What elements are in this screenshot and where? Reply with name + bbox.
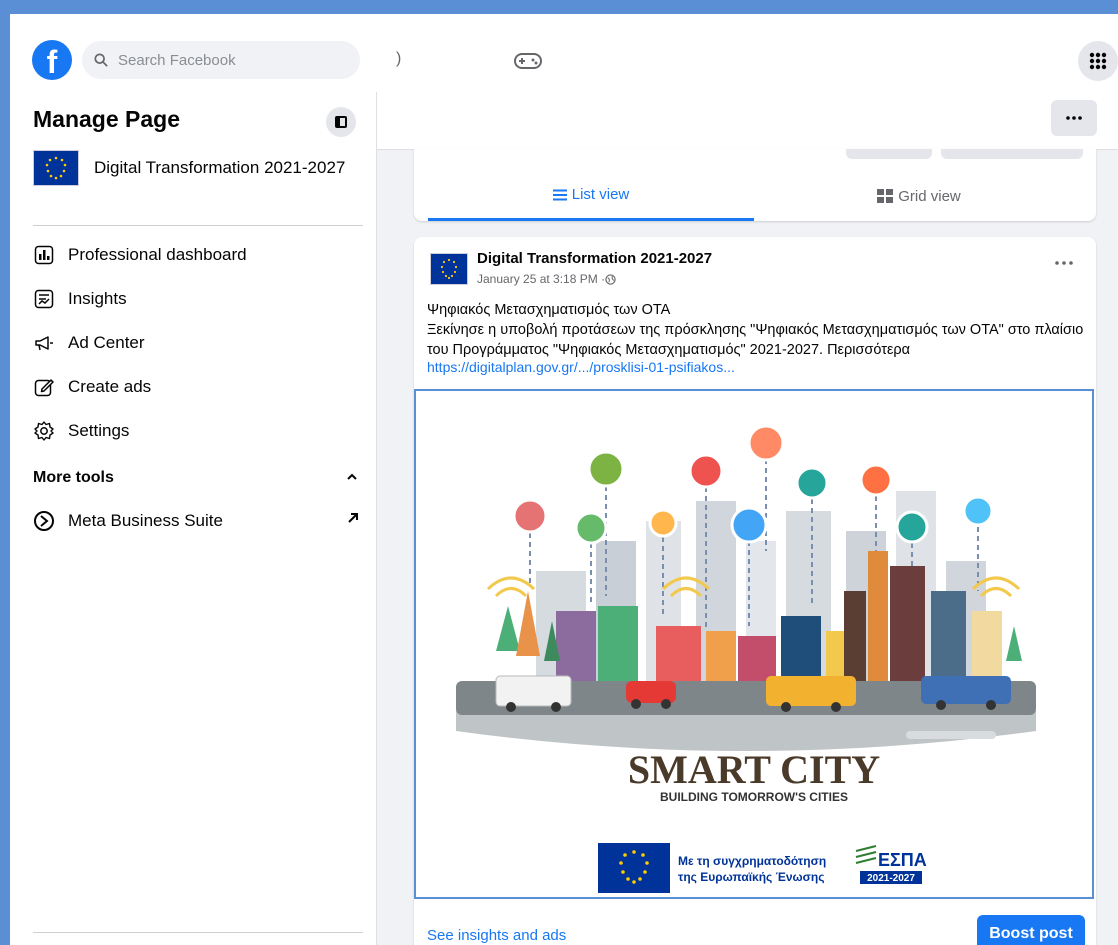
- panel-icon: [335, 116, 347, 128]
- grid-menu-icon: [1089, 52, 1107, 70]
- tab-label: Grid view: [898, 187, 961, 205]
- post-title-line: Ψηφιακός Μετασχηματισμός των ΟΤΑ: [427, 302, 671, 318]
- sidebar-item-label: Ad Center: [68, 333, 145, 352]
- meta-business-icon: [33, 510, 55, 532]
- tab-grid-view[interactable]: Grid view: [754, 171, 1084, 221]
- eu-flag-avatar[interactable]: [430, 253, 468, 285]
- toolbar-button[interactable]: [846, 149, 932, 159]
- post-author[interactable]: Digital Transformation 2021-2027: [477, 250, 712, 267]
- tab-label: List view: [571, 186, 630, 203]
- page-selector[interactable]: Digital Transformation 2021-2027: [33, 150, 345, 186]
- gaming-icon[interactable]: [513, 50, 543, 72]
- post-body-line: Ξεκίνησε η υποβολή προτάσεων της πρόσκλη…: [427, 322, 1084, 358]
- boost-post-button[interactable]: Boost post: [977, 915, 1085, 945]
- list-icon: [552, 189, 567, 200]
- sidebar-item-label: Create ads: [68, 377, 152, 396]
- collapse-sidebar-button[interactable]: [326, 107, 356, 137]
- smart-city-illustration: SMART CITY BUILDING TOMORROW'S CITIES Με…: [456, 424, 1036, 893]
- page-name: Digital Transformation 2021-2027: [94, 158, 346, 177]
- app-window: f ) Manage Page Digital Transformation 2…: [0, 0, 1118, 945]
- main-header: [377, 92, 1118, 150]
- manage-page-sidebar: Manage Page Digital Transformation 2021-…: [10, 92, 377, 945]
- more-tools-heading[interactable]: More tools: [33, 469, 114, 487]
- globe-icon: [605, 273, 616, 285]
- more-dots-icon: [1066, 116, 1082, 120]
- toolbar-button[interactable]: [941, 149, 1083, 159]
- sidebar-item-meta-business-suite[interactable]: Meta Business Suite: [33, 510, 223, 532]
- dashboard-icon: [33, 244, 55, 266]
- pencil-icon: [33, 376, 55, 398]
- see-insights-link[interactable]: See insights and ads: [427, 927, 566, 944]
- nav-glyph[interactable]: ): [396, 50, 401, 68]
- facebook-logo-icon[interactable]: f: [32, 40, 72, 80]
- grid-icon: [877, 189, 894, 203]
- sidebar-item-ad-center[interactable]: Ad Center: [33, 332, 145, 354]
- menu-button[interactable]: [1078, 41, 1118, 81]
- post-text: Ψηφιακός Μετασχηματισμός των ΟΤΑ Ξεκίνησ…: [427, 300, 1089, 360]
- megaphone-icon: [33, 332, 55, 354]
- espa-title: ΕΣΠΑ: [878, 850, 927, 870]
- more-options-button[interactable]: [1051, 100, 1097, 136]
- main-content: List view Grid view Digital Transformati…: [377, 92, 1118, 945]
- sidebar-divider: [33, 225, 363, 226]
- sidebar-bottom-divider: [33, 932, 363, 933]
- sidebar-item-professional-dashboard[interactable]: Professional dashboard: [33, 244, 247, 266]
- search-bar[interactable]: [82, 41, 360, 79]
- sidebar-item-label: Meta Business Suite: [68, 511, 223, 530]
- view-tabs: List view Grid view: [414, 149, 1096, 221]
- chevron-up-icon[interactable]: [345, 470, 359, 484]
- cofund-line-1: Με τη συγχρηματοδότηση: [678, 854, 826, 868]
- search-input[interactable]: [116, 50, 340, 70]
- top-bar: f ): [10, 14, 1118, 92]
- espa-years: 2021-2027: [867, 873, 915, 884]
- smart-city-image[interactable]: SMART CITY BUILDING TOMORROW'S CITIES Με…: [414, 389, 1094, 899]
- sidebar-item-insights[interactable]: Insights: [33, 288, 127, 310]
- image-headline: SMART CITY: [628, 747, 880, 792]
- cofund-line-2: της Ευρωπαϊκής Ένωσης: [678, 870, 824, 884]
- sidebar-item-settings[interactable]: Settings: [33, 420, 129, 442]
- eu-flag-avatar: [33, 150, 79, 186]
- image-tagline: BUILDING TOMORROW'S CITIES: [660, 790, 848, 804]
- sidebar-title: Manage Page: [33, 106, 180, 132]
- external-link-icon[interactable]: [346, 511, 360, 525]
- insights-icon: [33, 288, 55, 310]
- espa-logo: ΕΣΠΑ 2021-2027: [855, 845, 927, 884]
- gear-icon: [33, 420, 55, 442]
- post-timestamp[interactable]: January 25 at 3:18 PM ·: [477, 272, 605, 286]
- sidebar-item-label: Professional dashboard: [68, 245, 247, 264]
- tab-list-view[interactable]: List view: [428, 171, 754, 221]
- post-card: Digital Transformation 2021-2027 January…: [414, 237, 1096, 945]
- sidebar-item-label: Settings: [68, 421, 130, 440]
- post-link[interactable]: https://digitalplan.gov.gr/.../prosklisi…: [427, 359, 735, 375]
- post-options-icon[interactable]: [1054, 259, 1074, 267]
- post-meta: January 25 at 3:18 PM ·: [477, 272, 616, 286]
- search-icon: [94, 53, 108, 67]
- sidebar-item-label: Insights: [68, 289, 127, 308]
- sidebar-item-create-ads[interactable]: Create ads: [33, 376, 151, 398]
